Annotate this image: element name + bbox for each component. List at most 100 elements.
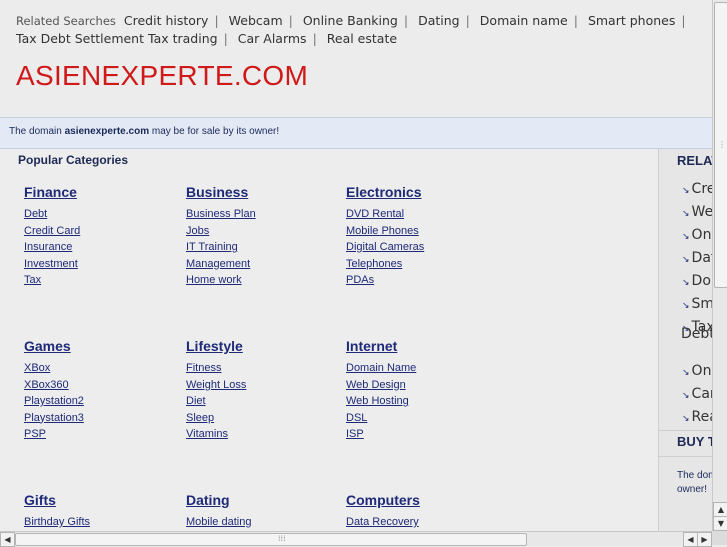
sidebar-related-item[interactable]: ↘Dat bbox=[682, 248, 713, 271]
category-games: Games XBox XBox360 Playstation2 Playstat… bbox=[24, 338, 84, 443]
category-link[interactable]: Sleep bbox=[186, 410, 246, 427]
category-link[interactable]: Telephones bbox=[346, 256, 424, 273]
category-link[interactable]: Debt bbox=[24, 206, 80, 223]
sidebar-item-label: Rea bbox=[691, 409, 713, 425]
category-link[interactable]: Business Plan bbox=[186, 206, 256, 223]
arrow-icon: ↘ bbox=[682, 232, 690, 242]
category-link[interactable]: Mobile Phones bbox=[346, 223, 424, 240]
scroll-up-button[interactable]: ▲ bbox=[713, 502, 727, 517]
category-link[interactable]: Jobs bbox=[186, 223, 256, 240]
scroll-down-button[interactable]: ▼ bbox=[713, 516, 727, 531]
horizontal-scrollbar[interactable]: ◀ ⁞⁞⁞ ◀ ▶ bbox=[0, 531, 712, 547]
popular-categories-title: Popular Categories bbox=[18, 153, 129, 167]
category-title[interactable]: Lifestyle bbox=[186, 338, 246, 354]
arrow-icon: ↘ bbox=[682, 209, 690, 219]
category-link[interactable]: Home work bbox=[186, 272, 256, 289]
related-link-tax-debt-settlement[interactable]: Tax Debt Settlement bbox=[16, 31, 144, 46]
category-link[interactable]: IT Training bbox=[186, 239, 256, 256]
related-link-tax-trading[interactable]: Tax trading bbox=[148, 31, 218, 46]
category-link[interactable]: Management bbox=[186, 256, 256, 273]
vertical-scrollbar[interactable]: ⋮ ▲ ▼ bbox=[712, 0, 727, 531]
category-link[interactable]: DSL bbox=[346, 410, 416, 427]
category-internet: Internet Domain Name Web Design Web Host… bbox=[346, 338, 416, 443]
vertical-scroll-thumb[interactable]: ⋮ bbox=[714, 2, 727, 288]
sidebar-item-label: Dat bbox=[691, 250, 713, 266]
category-link[interactable]: PSP bbox=[24, 426, 84, 443]
sidebar-item-label: Cre bbox=[691, 181, 713, 197]
sidebar-related-list: ↘Cre ↘We ↘Onl ↘Dat ↘Dor ↘Sm ↘Tax ↘Onl ↘C… bbox=[682, 179, 713, 430]
separator: | bbox=[214, 13, 219, 28]
sidebar-related-item[interactable]: ↘ Onl bbox=[682, 225, 713, 248]
sidebar-related-item[interactable]: ↘Rea bbox=[682, 407, 713, 430]
sidebar-wrap-spacer bbox=[682, 340, 713, 361]
sidebar-related-item[interactable]: ↘Car bbox=[682, 384, 713, 407]
category-link[interactable]: XBox bbox=[24, 360, 84, 377]
category-link[interactable]: Fitness bbox=[186, 360, 246, 377]
related-searches-bar: Related Searches Credit history | Webcam |… bbox=[16, 12, 712, 48]
category-link[interactable]: Mobile dating bbox=[186, 514, 251, 531]
category-link[interactable]: Diet bbox=[186, 393, 246, 410]
category-link[interactable]: Credit Card bbox=[24, 223, 80, 240]
sidebar-item-label: Car bbox=[691, 386, 713, 402]
category-title[interactable]: Electronics bbox=[346, 184, 424, 200]
sidebar-debt-text[interactable]: Debt bbox=[681, 326, 713, 342]
category-link[interactable]: Vitamins bbox=[186, 426, 246, 443]
separator: | bbox=[573, 13, 578, 28]
category-link[interactable]: Weight Loss bbox=[186, 377, 246, 394]
sidebar-related-item[interactable]: ↘ Onl bbox=[682, 361, 713, 384]
separator: | bbox=[465, 13, 470, 28]
category-link[interactable]: Insurance bbox=[24, 239, 80, 256]
category-title[interactable]: Finance bbox=[24, 184, 80, 200]
category-link[interactable]: ISP bbox=[346, 426, 416, 443]
site-title[interactable]: ASIENEXPERTE.COM bbox=[16, 60, 308, 92]
related-link-car-alarms[interactable]: Car Alarms bbox=[238, 31, 307, 46]
sidebar-item-label: Onl bbox=[691, 363, 713, 379]
arrow-icon: ↘ bbox=[682, 391, 690, 401]
category-title[interactable]: Internet bbox=[346, 338, 416, 354]
category-link[interactable]: Web Design bbox=[346, 377, 416, 394]
sidebar-related-item[interactable]: ↘ We bbox=[682, 202, 713, 225]
related-link-smart-phones[interactable]: Smart phones bbox=[588, 13, 675, 28]
category-title[interactable]: Business bbox=[186, 184, 256, 200]
category-link[interactable]: Investment bbox=[24, 256, 80, 273]
arrow-icon: ↘ bbox=[682, 255, 690, 265]
category-link[interactable]: DVD Rental bbox=[346, 206, 424, 223]
sidebar-related-item[interactable]: ↘ Sm bbox=[682, 294, 713, 317]
sidebar-item-label: Dor bbox=[691, 273, 713, 289]
category-title[interactable]: Dating bbox=[186, 492, 251, 508]
category-link[interactable]: Playstation2 bbox=[24, 393, 84, 410]
category-link[interactable]: Web Hosting bbox=[346, 393, 416, 410]
category-link[interactable]: Playstation3 bbox=[24, 410, 84, 427]
domain-sale-bar: The domain asienexperte.com may be for s… bbox=[0, 117, 712, 149]
category-link[interactable]: Birthday Gifts bbox=[24, 514, 90, 531]
grip-icon: ⋮ bbox=[718, 140, 726, 149]
category-business: Business Business Plan Jobs IT Training … bbox=[186, 184, 256, 289]
related-link-online-banking[interactable]: Online Banking bbox=[303, 13, 398, 28]
category-link[interactable]: XBox360 bbox=[24, 377, 84, 394]
sidebar-item-label: Onl bbox=[691, 227, 713, 243]
category-lifestyle: Lifestyle Fitness Weight Loss Diet Sleep… bbox=[186, 338, 246, 443]
horizontal-scroll-thumb[interactable]: ⁞⁞⁞ bbox=[15, 533, 527, 546]
category-link[interactable]: Domain Name bbox=[346, 360, 416, 377]
related-link-domain-name[interactable]: Domain name bbox=[480, 13, 568, 28]
category-link[interactable]: Tax bbox=[24, 272, 80, 289]
related-searches-label: Related Searches bbox=[16, 14, 116, 28]
category-link[interactable]: PDAs bbox=[346, 272, 424, 289]
category-link[interactable]: Digital Cameras bbox=[346, 239, 424, 256]
related-link-dating[interactable]: Dating bbox=[418, 13, 460, 28]
separator: | bbox=[403, 13, 409, 28]
sidebar-related-item[interactable]: ↘Cre bbox=[682, 179, 713, 202]
related-link-credit-history[interactable]: Credit history bbox=[124, 13, 209, 28]
category-dating: Dating Mobile dating bbox=[186, 492, 251, 531]
category-link[interactable]: Data Recovery bbox=[346, 514, 420, 531]
header: Related Searches Credit history | Webcam |… bbox=[0, 0, 712, 115]
sidebar-related-item[interactable]: ↘Dor bbox=[682, 271, 713, 294]
related-link-webcam[interactable]: Webcam bbox=[229, 13, 283, 28]
related-link-real-estate[interactable]: Real estate bbox=[327, 31, 397, 46]
sale-prefix: The domain bbox=[9, 126, 62, 137]
sidebar-domain-note: The dom owner! bbox=[677, 469, 713, 497]
category-title[interactable]: Gifts bbox=[24, 492, 90, 508]
category-title[interactable]: Computers bbox=[346, 492, 420, 508]
category-title[interactable]: Games bbox=[24, 338, 84, 354]
category-computers: Computers Data Recovery bbox=[346, 492, 420, 531]
